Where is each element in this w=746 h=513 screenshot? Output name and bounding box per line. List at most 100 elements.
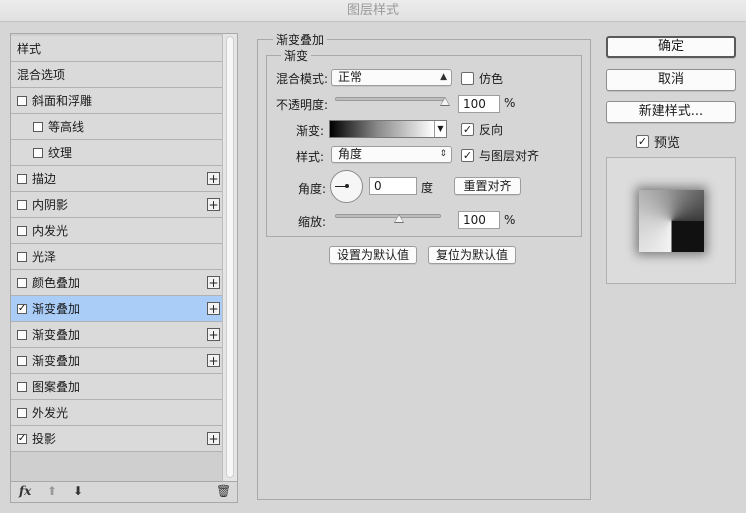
preview-label: 预览 xyxy=(654,136,681,151)
style-list-item[interactable]: 内阴影 + xyxy=(11,192,223,218)
align-with-layer-check-box[interactable]: ✓ xyxy=(461,149,474,162)
add-effect-plus-icon[interactable]: + xyxy=(207,198,220,211)
style-list-item-label: 斜面和浮雕 xyxy=(32,94,93,108)
style-enable-checkbox[interactable]: ✓ xyxy=(17,433,27,444)
style-enable-checkbox[interactable]: ✓ xyxy=(17,303,27,314)
style-list-item-label: 内发光 xyxy=(32,224,69,238)
reverse-checkbox[interactable]: ✓ 反向 xyxy=(461,121,503,138)
dither-check-box[interactable] xyxy=(461,72,474,85)
style-enable-checkbox[interactable] xyxy=(17,173,27,184)
style-list-scrollbar[interactable] xyxy=(222,34,237,482)
scale-unit: % xyxy=(504,213,516,227)
gradient-preview-bar[interactable] xyxy=(330,121,434,137)
style-enable-checkbox[interactable] xyxy=(17,355,27,366)
style-list: 样式 混合选项 斜面和浮雕 等高线 纹理 描边 + 内阴影 + 内发光 光泽 颜色叠加 + ✓ 渐变叠加 + 渐… xyxy=(10,33,238,503)
trash-icon[interactable]: 🗑 xyxy=(216,484,231,498)
dither-checkbox[interactable]: 仿色 xyxy=(461,70,503,87)
add-effect-plus-icon[interactable]: + xyxy=(207,328,220,341)
gradient-style-select[interactable]: 角度 ⇕ xyxy=(331,146,452,163)
opacity-input[interactable]: 100 xyxy=(458,95,500,113)
reverse-label: 反向 xyxy=(479,123,504,137)
angle-unit: 度 xyxy=(421,181,434,195)
new-style-button[interactable]: 新建样式... xyxy=(606,101,736,123)
group-title: 渐变 xyxy=(281,47,312,64)
move-up-icon[interactable]: ⬆ xyxy=(47,484,57,498)
opacity-slider-knob[interactable] xyxy=(440,97,450,106)
dither-label: 仿色 xyxy=(479,72,504,86)
style-enable-checkbox[interactable] xyxy=(17,251,27,262)
style-list-footer: fx ⬆ ⬇ 🗑 xyxy=(11,481,237,502)
gradient-label: 渐变: xyxy=(295,124,324,138)
blend-mode-label: 混合模式: xyxy=(275,72,328,86)
scale-slider-knob[interactable] xyxy=(393,214,404,223)
angle-dial[interactable] xyxy=(330,170,363,203)
add-effect-plus-icon[interactable]: + xyxy=(207,172,220,185)
add-effect-plus-icon[interactable]: + xyxy=(207,432,220,445)
style-list-item[interactable]: ✓ 投影 + xyxy=(11,426,223,452)
style-list-item[interactable]: 渐变叠加 + xyxy=(11,348,223,374)
style-enable-checkbox[interactable] xyxy=(17,381,27,392)
cancel-button[interactable]: 取消 xyxy=(606,69,736,91)
reverse-check-box[interactable]: ✓ xyxy=(461,123,474,136)
style-list-item[interactable]: ✓ 渐变叠加 + xyxy=(11,296,223,322)
style-enable-checkbox[interactable] xyxy=(17,329,27,340)
style-list-item[interactable]: 内发光 xyxy=(11,218,223,244)
style-enable-checkbox[interactable] xyxy=(17,407,27,418)
style-list-item-label: 渐变叠加 xyxy=(32,354,81,368)
style-enable-checkbox[interactable] xyxy=(17,225,27,236)
style-list-item-label: 等高线 xyxy=(48,120,85,134)
style-list-item-label: 图案叠加 xyxy=(32,380,81,394)
make-default-button[interactable]: 设置为默认值 xyxy=(329,246,417,264)
reset-to-default-button[interactable]: 复位为默认值 xyxy=(428,246,516,264)
style-list-item-label: 光泽 xyxy=(32,250,57,264)
preview-check-box[interactable]: ✓ xyxy=(636,135,649,148)
select-arrows-icon: ⇕ xyxy=(439,149,447,159)
style-enable-checkbox[interactable] xyxy=(17,95,27,106)
style-list-item[interactable]: 纹理 xyxy=(11,140,223,166)
style-list-item[interactable]: 样式 xyxy=(11,36,223,62)
align-with-layer-checkbox[interactable]: ✓ 与图层对齐 xyxy=(461,147,539,164)
style-enable-checkbox[interactable] xyxy=(17,277,27,288)
ok-button[interactable]: 确定 xyxy=(606,36,736,58)
align-with-layer-label: 与图层对齐 xyxy=(479,149,540,163)
blend-mode-select[interactable]: 正常 ▲ xyxy=(331,69,452,86)
angle-input[interactable]: 0 xyxy=(369,177,417,195)
style-list-item[interactable]: 斜面和浮雕 xyxy=(11,88,223,114)
scale-input[interactable]: 100 xyxy=(458,211,500,229)
opacity-unit: % xyxy=(504,96,516,110)
style-enable-checkbox[interactable] xyxy=(33,147,43,158)
style-list-item[interactable]: 光泽 xyxy=(11,244,223,270)
style-list-item-label: 外发光 xyxy=(32,406,69,420)
scrollbar-thumb[interactable] xyxy=(226,36,234,478)
section-title: 渐变叠加 xyxy=(273,31,328,48)
opacity-slider[interactable] xyxy=(335,97,445,101)
style-list-item-label: 渐变叠加 xyxy=(32,302,81,316)
scale-label: 缩放: xyxy=(297,215,326,229)
gradient-picker[interactable]: ▼ xyxy=(329,120,447,138)
style-list-item[interactable]: 颜色叠加 + xyxy=(11,270,223,296)
style-enable-checkbox[interactable] xyxy=(33,121,43,132)
style-list-item-label: 颜色叠加 xyxy=(32,276,81,290)
add-effect-plus-icon[interactable]: + xyxy=(207,302,220,315)
style-list-item-label: 渐变叠加 xyxy=(32,328,81,342)
style-preview xyxy=(606,157,736,284)
style-list-item-label: 描边 xyxy=(32,172,57,186)
style-list-item[interactable]: 图案叠加 xyxy=(11,374,223,400)
reset-alignment-button[interactable]: 重置对齐 xyxy=(454,177,521,195)
style-list-item[interactable]: 等高线 xyxy=(11,114,223,140)
style-list-item[interactable]: 渐变叠加 + xyxy=(11,322,223,348)
add-effect-plus-icon[interactable]: + xyxy=(207,276,220,289)
scale-slider[interactable] xyxy=(335,214,441,218)
style-enable-checkbox[interactable] xyxy=(17,199,27,210)
blend-mode-value: 正常 xyxy=(338,70,363,84)
style-list-item[interactable]: 混合选项 xyxy=(11,62,223,88)
angle-label: 角度: xyxy=(297,182,326,196)
fx-icon[interactable]: fx xyxy=(19,484,31,498)
add-effect-plus-icon[interactable]: + xyxy=(207,354,220,367)
style-list-item[interactable]: 外发光 xyxy=(11,400,223,426)
style-list-item-label: 样式 xyxy=(17,42,42,56)
chevron-down-icon[interactable]: ▼ xyxy=(434,121,446,137)
move-down-icon[interactable]: ⬇ xyxy=(73,484,83,498)
style-list-item[interactable]: 描边 + xyxy=(11,166,223,192)
preview-checkbox[interactable]: ✓ 预览 xyxy=(636,132,680,151)
